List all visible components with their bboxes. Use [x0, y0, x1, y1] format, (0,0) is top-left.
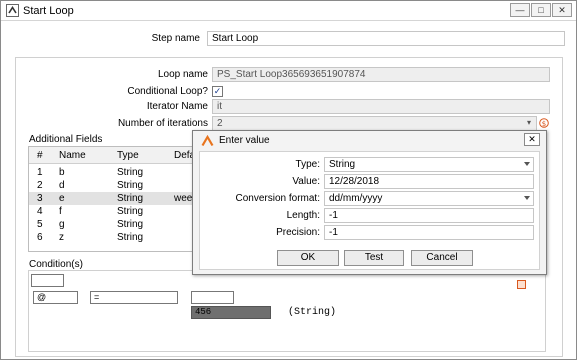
svg-text:$: $: [542, 120, 546, 128]
table-row[interactable]: 6 z String: [29, 231, 217, 244]
row-type: String: [117, 206, 144, 217]
length-label: Length:: [286, 210, 320, 221]
table-row-selected[interactable]: 3 e String wee: [29, 192, 217, 205]
row-number: 4: [37, 206, 43, 217]
app-logo-icon: [6, 4, 19, 17]
row-default: wee: [174, 193, 193, 204]
type-label: Type:: [295, 159, 320, 170]
column-header-name[interactable]: Name: [59, 150, 86, 161]
precision-label: Precision:: [276, 227, 320, 238]
dialog-close-button[interactable]: ✕: [524, 133, 540, 146]
row-number: 6: [37, 232, 43, 243]
table-row[interactable]: 5 g String: [29, 218, 217, 231]
condition-group-box[interactable]: [31, 274, 64, 287]
dialog-body: Type: String Value: 12/28/2018 Conversio…: [199, 151, 540, 270]
iterations-dropdown-icon[interactable]: ▾: [527, 118, 531, 127]
iterator-name-input[interactable]: it: [212, 99, 550, 114]
step-name-input[interactable]: Start Loop: [207, 31, 565, 46]
table-row[interactable]: 2 d String: [29, 179, 217, 192]
row-type: String: [117, 167, 144, 178]
window-title: Start Loop: [23, 5, 74, 17]
additional-fields-table: # Name Type Defa 1 b String 2 d String 3…: [28, 146, 218, 252]
row-name: e: [59, 193, 65, 204]
row-type: String: [117, 193, 144, 204]
row-name: g: [59, 219, 65, 230]
row-number: 3: [37, 193, 43, 204]
conditions-area: [28, 270, 546, 352]
test-button[interactable]: Test: [344, 250, 404, 266]
conditional-loop-label: Conditional Loop?: [127, 86, 208, 97]
length-input[interactable]: -1: [324, 208, 534, 223]
iterations-label: Number of iterations: [117, 118, 208, 129]
table-row[interactable]: 1 b String: [29, 166, 217, 179]
minimize-button[interactable]: —: [510, 3, 530, 17]
ok-button[interactable]: OK: [277, 250, 339, 266]
dialog-title: Enter value: [219, 135, 270, 146]
chevron-down-icon: [524, 196, 530, 200]
condition-field-box[interactable]: @: [33, 291, 78, 304]
column-header-type[interactable]: Type: [117, 150, 139, 161]
row-number: 5: [37, 219, 43, 230]
add-condition-icon[interactable]: [517, 280, 526, 289]
condition-operator-box[interactable]: =: [90, 291, 178, 304]
conversion-format-label: Conversion format:: [235, 193, 320, 204]
cancel-button[interactable]: Cancel: [411, 250, 473, 266]
dialog-logo-icon: [201, 135, 214, 147]
conversion-format-value: dd/mm/yyyy: [329, 193, 383, 204]
condition-value-box[interactable]: 456: [191, 306, 271, 319]
row-type: String: [117, 219, 144, 230]
row-name: z: [59, 232, 64, 243]
row-number: 2: [37, 180, 43, 191]
conditions-title: Condition(s): [29, 259, 83, 270]
loop-name-input[interactable]: PS_Start Loop365693651907874: [212, 67, 550, 82]
precision-input[interactable]: -1: [324, 225, 534, 240]
iterations-input[interactable]: 2: [212, 116, 537, 131]
enter-value-dialog: Enter value ✕ Type: String Value: 12/28/…: [192, 130, 547, 275]
row-name: b: [59, 167, 65, 178]
maximize-button[interactable]: □: [531, 3, 551, 17]
row-name: d: [59, 180, 65, 191]
value-label: Value:: [292, 176, 320, 187]
step-name-label: Step name: [151, 33, 200, 44]
iterator-name-label: Iterator Name: [146, 101, 208, 112]
table-header: # Name Type Defa: [29, 147, 217, 164]
title-bar: Start Loop — □ ✕: [1, 1, 576, 21]
value-input[interactable]: 12/28/2018: [324, 174, 534, 189]
condition-value-type: (String): [288, 307, 337, 318]
row-number: 1: [37, 167, 43, 178]
type-select[interactable]: String: [324, 157, 534, 172]
row-name: f: [59, 206, 62, 217]
type-select-value: String: [329, 159, 356, 170]
row-type: String: [117, 232, 144, 243]
column-header-number[interactable]: #: [37, 150, 43, 161]
row-type: String: [117, 180, 144, 191]
table-row[interactable]: 4 f String: [29, 205, 217, 218]
conversion-format-select[interactable]: dd/mm/yyyy: [324, 191, 534, 206]
condition-empty-box[interactable]: [191, 291, 234, 304]
loop-name-label: Loop name: [157, 69, 208, 80]
chevron-down-icon: [524, 162, 530, 166]
dialog-title-bar: Enter value ✕: [193, 131, 546, 150]
conditional-loop-checkbox[interactable]: ✓: [212, 86, 223, 97]
additional-fields-title: Additional Fields: [29, 134, 103, 145]
close-button[interactable]: ✕: [552, 3, 572, 17]
variable-dollar-icon[interactable]: $: [539, 118, 549, 128]
